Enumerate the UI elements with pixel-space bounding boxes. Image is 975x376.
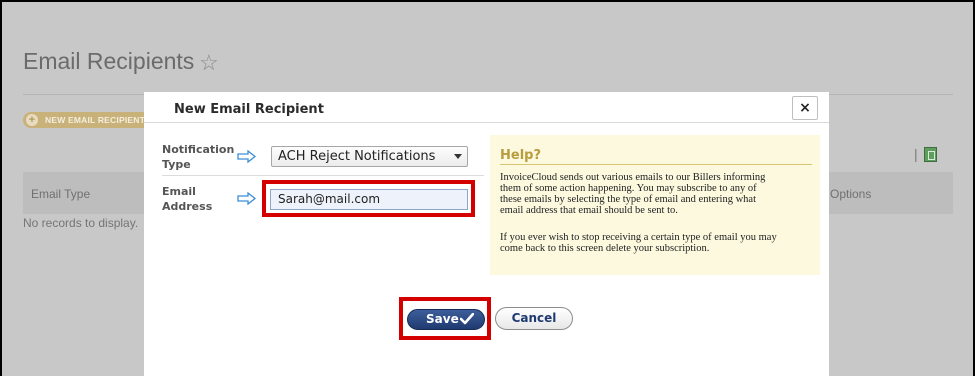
toolbar-separator: | xyxy=(914,146,918,162)
notification-type-label-line2: Type xyxy=(162,158,191,171)
arrow-right-icon xyxy=(237,150,257,163)
notification-type-label-line1: Notification xyxy=(162,143,235,156)
close-button[interactable]: × xyxy=(792,96,818,120)
notification-type-value: ACH Reject Notifications xyxy=(278,149,436,164)
column-options: Options xyxy=(830,187,872,201)
chevron-down-icon xyxy=(454,154,462,159)
help-line: If you ever wish to stop receiving a cer… xyxy=(500,232,777,243)
new-email-recipient-button[interactable]: + NEW EMAIL RECIPIENT xyxy=(23,112,153,128)
cancel-button[interactable]: Cancel xyxy=(495,307,573,330)
notification-type-select[interactable]: ACH Reject Notifications xyxy=(271,146,468,167)
email-address-label: Email Address xyxy=(162,184,212,214)
notification-type-label: Notification Type xyxy=(162,142,234,172)
star-outline-icon[interactable]: ☆ xyxy=(199,50,219,76)
form-row-divider xyxy=(162,175,484,176)
help-line: come back to this screen delete your sub… xyxy=(500,243,710,254)
dialog-title: New Email Recipient xyxy=(174,102,324,117)
empty-table-message: No records to display. xyxy=(23,216,139,230)
dialog-header-divider xyxy=(144,122,829,123)
plus-icon: + xyxy=(26,114,38,126)
help-panel: Help? InvoiceCloud sends out various ema… xyxy=(490,135,820,275)
email-highlight-box xyxy=(262,180,475,217)
help-paragraph-1: InvoiceCloud sends out various emails to… xyxy=(500,172,820,216)
email-address-label-line1: Email xyxy=(162,185,196,198)
new-email-recipient-dialog: New Email Recipient × Notification Type … xyxy=(144,92,829,376)
help-paragraph-2: If you ever wish to stop receiving a cer… xyxy=(500,232,820,254)
help-line: InvoiceCloud sends out various emails to… xyxy=(500,172,766,183)
excel-export-icon[interactable] xyxy=(924,147,937,162)
new-email-recipient-label: NEW EMAIL RECIPIENT xyxy=(45,115,145,125)
save-highlight-box xyxy=(399,297,491,340)
arrow-right-icon xyxy=(237,192,257,205)
page-title: Email Recipients xyxy=(23,48,195,74)
help-line: them of some action happening. You may s… xyxy=(500,183,757,194)
help-divider xyxy=(500,164,812,165)
help-title: Help? xyxy=(500,148,541,163)
help-line: these emails by selecting the type of em… xyxy=(500,194,756,205)
column-email-type[interactable]: Email Type xyxy=(31,187,90,201)
email-address-label-line2: Address xyxy=(162,200,213,213)
help-line: email address that email should be sent … xyxy=(500,205,678,216)
